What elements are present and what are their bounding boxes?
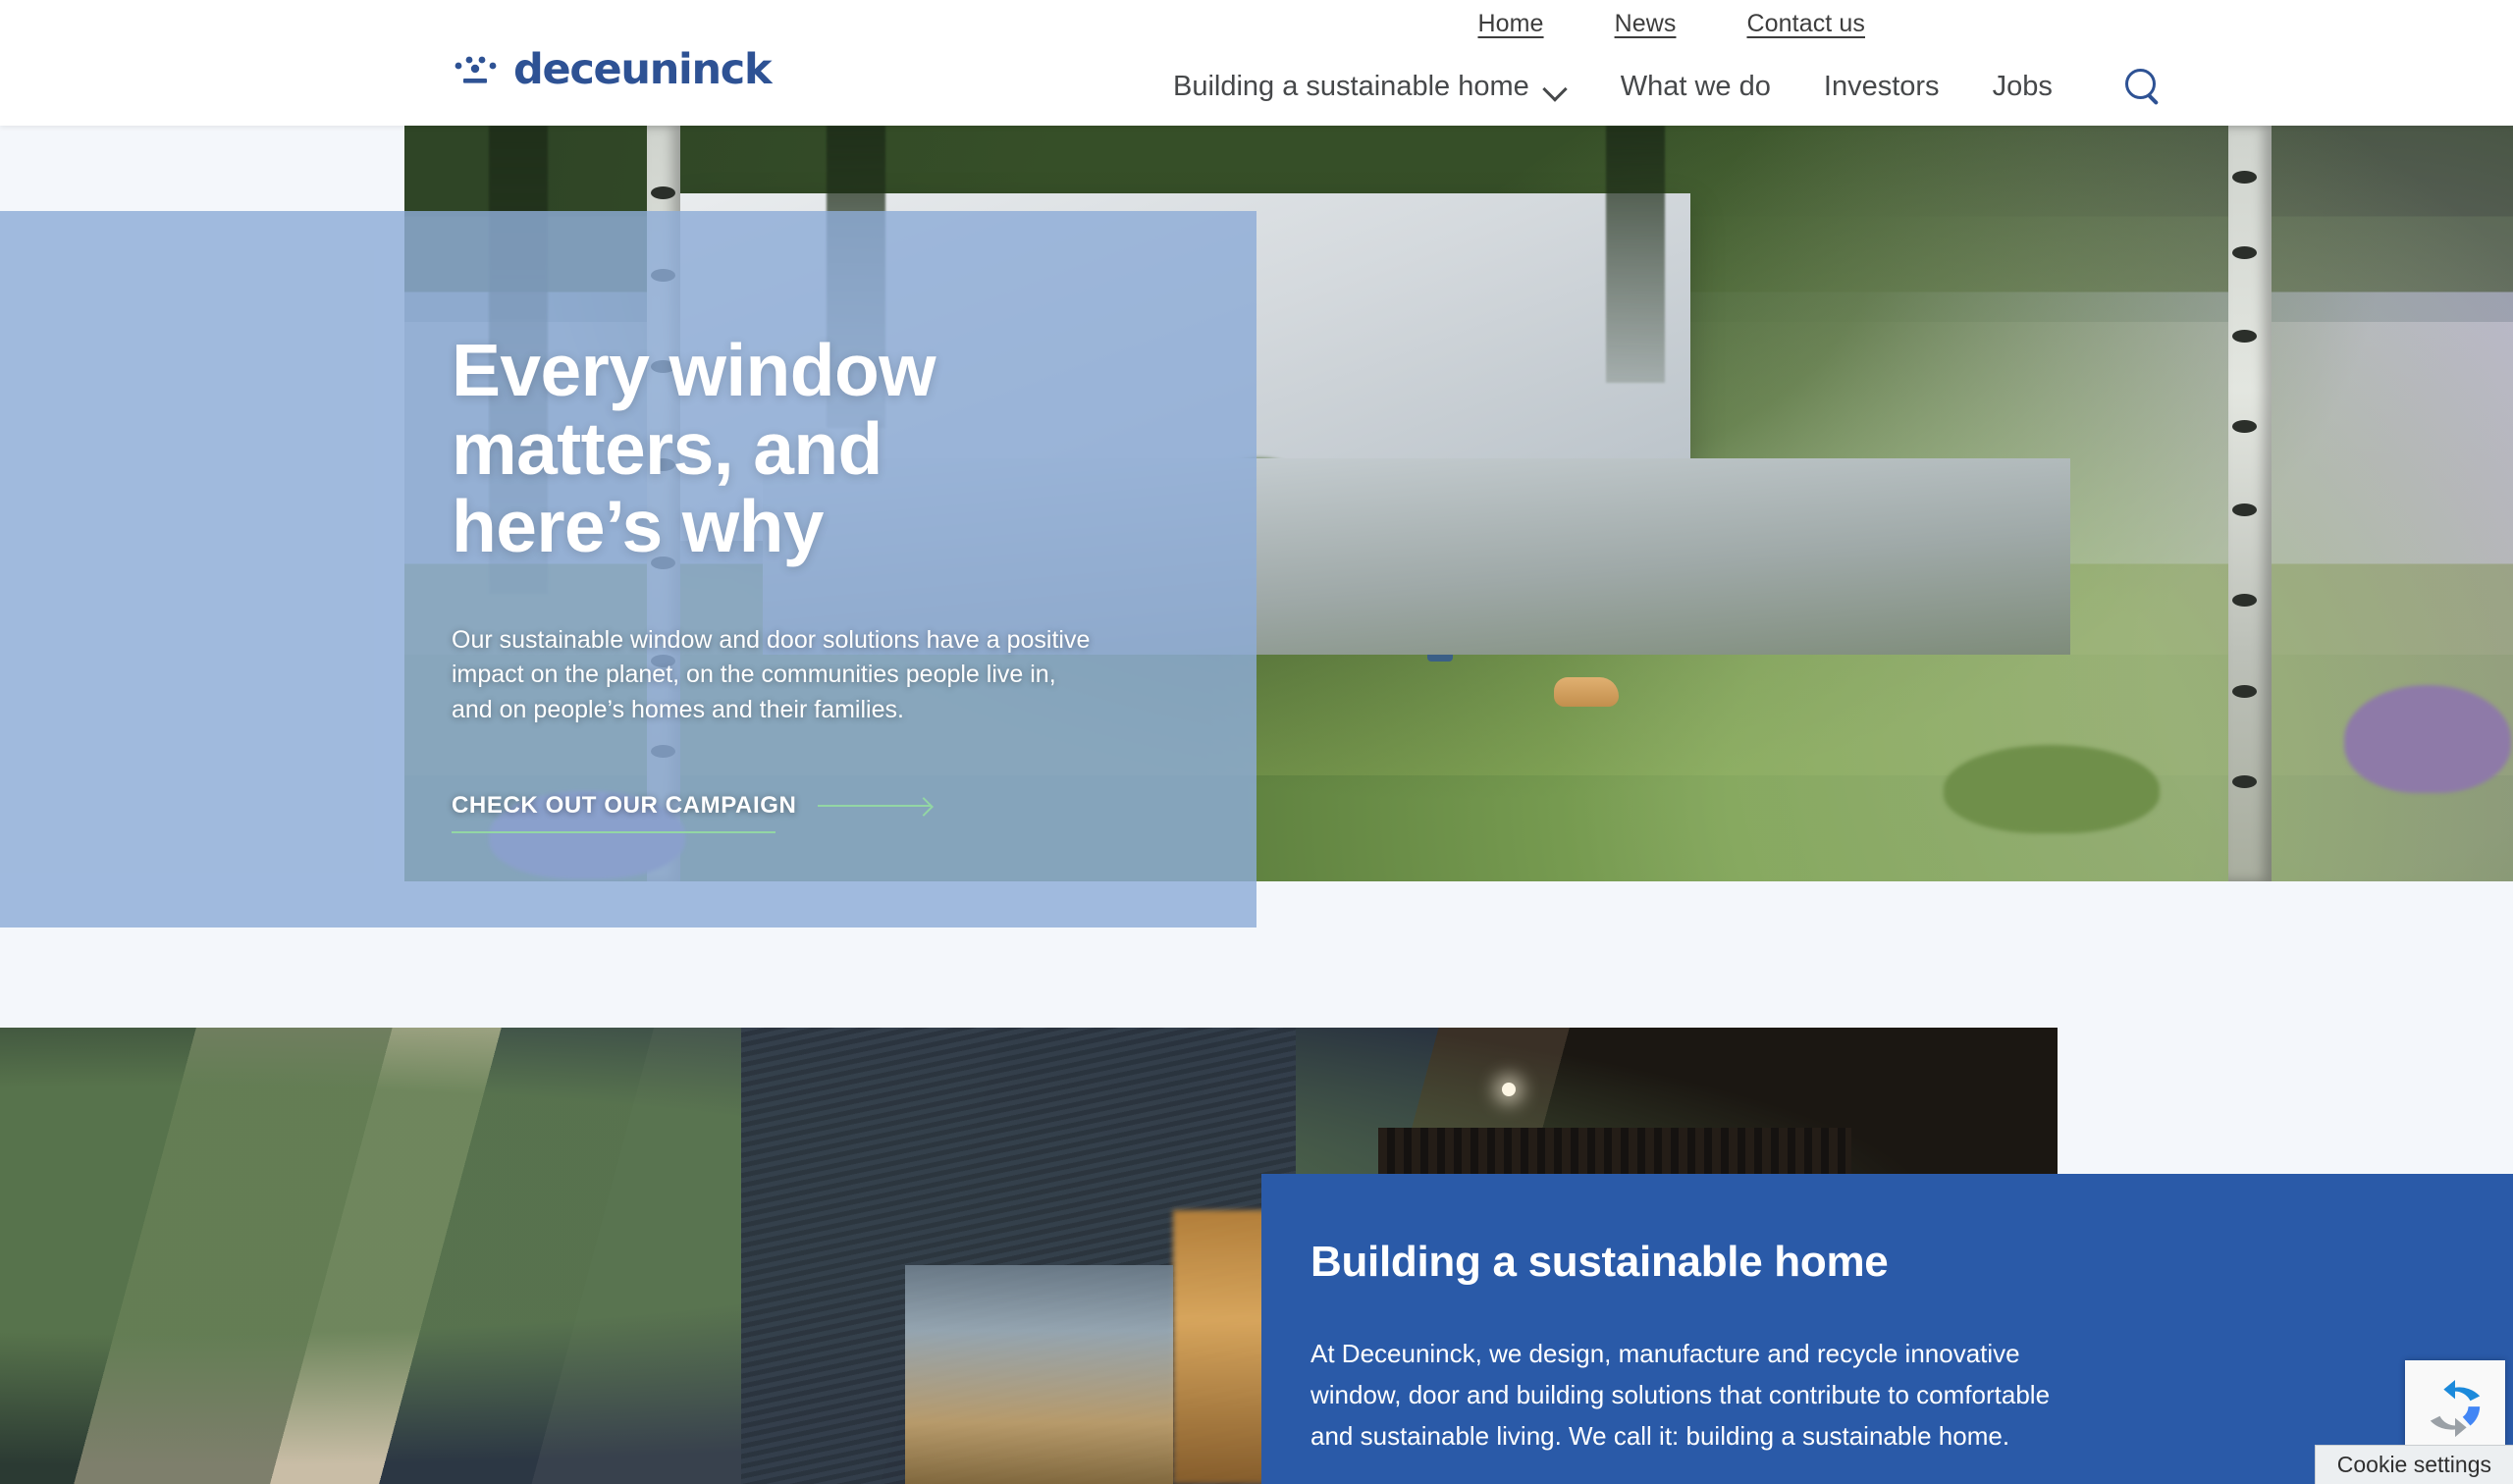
utility-link-news[interactable]: News (1615, 10, 1677, 38)
nav-item-investors[interactable]: Investors (1824, 71, 1940, 103)
site-logo[interactable]: deceuninck (450, 45, 773, 94)
sustainable-home-section: Building a sustainable home At Deceuninc… (0, 1028, 2513, 1484)
nav-label: What we do (1620, 70, 1771, 102)
deceuninck-dots-logo-icon (450, 52, 501, 89)
hero-section: Every window matters, and here’s why Our… (0, 126, 2513, 928)
hero-cta-underline (452, 831, 775, 833)
recaptcha-icon (2425, 1378, 2486, 1439)
main-nav: Building a sustainable home What we do I… (1173, 47, 2165, 126)
sustainable-home-title: Building a sustainable home (1310, 1238, 1889, 1286)
nav-item-what-we-do[interactable]: What we do (1621, 71, 1771, 103)
chevron-down-icon (1544, 80, 1568, 93)
recaptcha-badge[interactable] (2405, 1360, 2505, 1457)
nav-label: Jobs (1992, 70, 2053, 102)
search-icon[interactable] (2119, 64, 2165, 109)
hero-subtitle: Our sustainable window and door solution… (452, 625, 1091, 723)
nav-label: Building a sustainable home (1173, 70, 1529, 102)
hero-cta-link[interactable]: CHECK OUT OUR CAMPAIGN (452, 792, 933, 833)
sustainable-home-text: At Deceuninck, we design, manufacture an… (1310, 1339, 2051, 1452)
cookie-settings-button[interactable]: Cookie settings (2314, 1445, 2513, 1484)
arrow-right-icon (818, 796, 933, 816)
utility-link-home[interactable]: Home (1477, 10, 1543, 38)
nav-label: Investors (1823, 70, 1940, 102)
utility-link-contact-us[interactable]: Contact us (1746, 10, 1865, 38)
site-header: Home News Contact us deceuninck Building… (0, 0, 2513, 126)
cookie-settings-label: Cookie settings (2336, 1452, 2491, 1477)
nav-item-jobs[interactable]: Jobs (1993, 71, 2053, 103)
logo-wordmark: deceuninck (513, 45, 773, 94)
sustainable-home-card: Building a sustainable home At Deceuninc… (1261, 1174, 2513, 1484)
hero-copy: Every window matters, and here’s why Our… (452, 329, 1551, 833)
nav-item-building-a-sustainable-home[interactable]: Building a sustainable home (1173, 71, 1568, 103)
hero-title: Every window matters, and here’s why (452, 329, 936, 567)
utility-nav: Home News Contact us (0, 0, 2513, 47)
hero-cta-label: CHECK OUT OUR CAMPAIGN (452, 792, 797, 819)
